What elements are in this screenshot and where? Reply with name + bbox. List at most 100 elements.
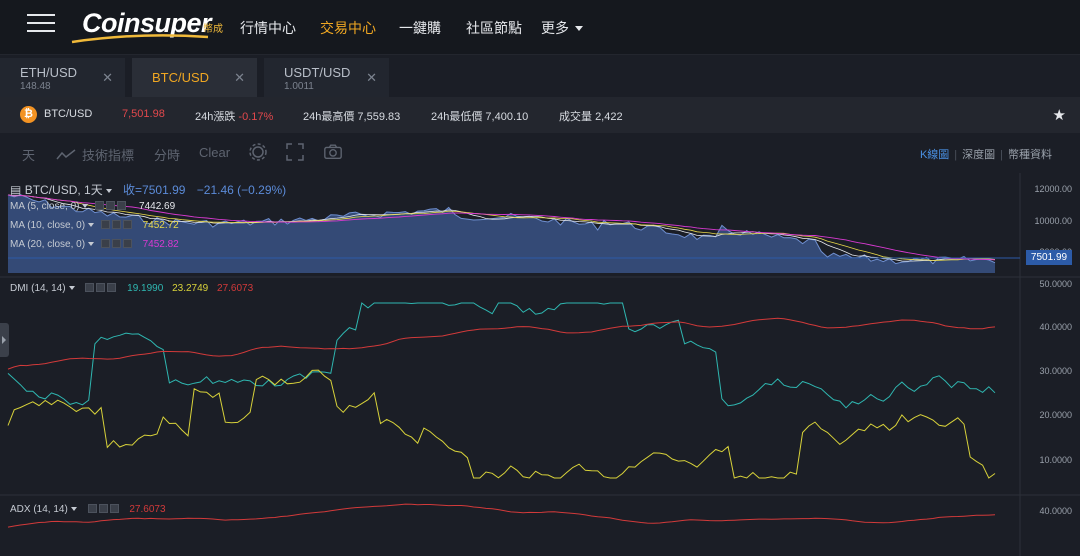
view-coin-info[interactable]: 幣種資料 [1008, 149, 1052, 161]
tab-btc-usd[interactable]: BTC/USD ✕ [132, 58, 258, 97]
timeshare-button[interactable]: 分時 [154, 145, 180, 164]
coinsuper-logo[interactable]: Coinsuper 幣成 [70, 8, 230, 44]
dmi-legend: DMI (14, 14) 19.1990 23.2749 27.6073 [10, 283, 253, 295]
nav-trading-center[interactable]: 交易中心 [320, 18, 376, 38]
legend-buttons[interactable] [100, 220, 134, 232]
change-label: 24h漲跌 [195, 111, 236, 123]
side-panel-toggle[interactable] [0, 323, 9, 357]
last-price: 7,501.98 [122, 108, 165, 120]
dmi-axis-tick: 50.0000 [1039, 279, 1072, 289]
dmi-axis-tick: 30.0000 [1039, 366, 1072, 376]
bitcoin-icon: ₿ [20, 106, 37, 123]
pair-tabs: ETH/USD 148.48 ✕ BTC/USD ✕ USDT/USD 1.00… [0, 55, 1080, 97]
dmi-pane [7, 302, 996, 479]
tab-name: USDT/USD [284, 65, 351, 80]
price-axis-tick: 12000.00 [1034, 184, 1072, 194]
nav-market-center[interactable]: 行情中心 [240, 18, 296, 38]
tab-price: 148.48 [20, 81, 51, 92]
close-icon[interactable]: ✕ [102, 70, 113, 86]
chevron-down-icon [575, 26, 583, 31]
dmi-adx-value: 27.6073 [217, 283, 254, 294]
tab-name: ETH/USD [20, 65, 78, 80]
fullscreen-icon[interactable] [285, 142, 305, 162]
tab-usdt-usd[interactable]: USDT/USD 1.0011 ✕ [264, 58, 390, 97]
tab-price: 1.0011 [284, 81, 314, 92]
dmi-adx-series [7, 317, 996, 370]
chevron-down-icon[interactable] [105, 189, 112, 193]
chevron-down-icon[interactable] [82, 204, 89, 208]
high-value: 7,559.83 [357, 111, 401, 123]
minus-di-series [7, 369, 996, 479]
settings-gear-icon[interactable] [248, 142, 268, 162]
hamburger-menu-icon[interactable] [27, 14, 57, 34]
change-24h: 24h漲跌 -0.17% [195, 108, 273, 124]
adx-axis-tick: 40.0000 [1039, 506, 1072, 516]
chevron-down-icon[interactable] [70, 507, 77, 511]
chart-toolbar: 天 技術指標 分時 Clear K線圖 | 深度圖 | 幣種資料 [0, 133, 1080, 173]
favorite-star-icon[interactable]: ★ [1053, 106, 1066, 124]
tab-name: BTC/USD [152, 70, 210, 85]
legend-buttons[interactable] [87, 504, 121, 516]
view-kline[interactable]: K線圖 [920, 149, 949, 161]
ma5-label[interactable]: MA (5, close, 0) [10, 201, 79, 212]
volume-24h: 成交量 2,422 [559, 108, 623, 124]
pair-label: BTC/USD [44, 108, 93, 120]
top-navbar: Coinsuper 幣成 行情中心 交易中心 一鍵購 社區節點 更多 [0, 0, 1080, 55]
ma10-label[interactable]: MA (10, close, 0) [10, 220, 85, 231]
technical-indicators-button[interactable]: 技術指標 [82, 145, 134, 164]
nav-more-label: 更多 [541, 20, 569, 36]
nav-community-nodes[interactable]: 社區節點 [466, 18, 522, 38]
adx-value: 27.6073 [129, 504, 166, 515]
tab-eth-usd[interactable]: ETH/USD 148.48 ✕ [0, 58, 126, 97]
camera-screenshot-icon[interactable] [323, 142, 343, 162]
ticker-info-bar: ₿ BTC/USD 7,501.98 24h漲跌 -0.17% 24h最高價 7… [0, 97, 1080, 133]
clear-button[interactable]: Clear [199, 145, 230, 160]
ma20-legend: MA (20, close, 0) 7452.82 [10, 239, 179, 251]
dmi-label[interactable]: DMI (14, 14) [10, 283, 66, 294]
interval-selector[interactable]: 天 [22, 145, 35, 164]
low-label: 24h最低價 [431, 111, 483, 123]
dmi-axis-tick: 40.0000 [1039, 322, 1072, 332]
high-24h: 24h最高價 7,559.83 [303, 108, 400, 124]
current-price-tag: 7501.99 [1026, 250, 1072, 265]
ma20-label[interactable]: MA (20, close, 0) [10, 239, 85, 250]
nav-more[interactable]: 更多 [541, 18, 583, 38]
logo-swoosh-icon [71, 34, 209, 44]
logo-sub: 幣成 [203, 24, 223, 35]
adx-legend: ADX (14, 14) 27.6073 [10, 504, 166, 516]
ma10-legend: MA (10, close, 0) 7452.72 [10, 220, 179, 232]
change-label: −21.46 (−0.29%) [196, 183, 287, 197]
ma20-value: 7452.82 [142, 239, 179, 250]
low-24h: 24h最低價 7,400.10 [431, 108, 528, 124]
volume-value: 2,422 [595, 111, 623, 123]
dmi-axis-tick: 10.0000 [1039, 455, 1072, 465]
chevron-down-icon[interactable] [68, 286, 75, 290]
chevron-down-icon[interactable] [88, 242, 95, 246]
chart-view-switch: K線圖 | 深度圖 | 幣種資料 [920, 146, 1052, 162]
nav-one-click-buy[interactable]: 一鍵購 [399, 18, 441, 38]
volume-label: 成交量 [559, 111, 592, 123]
plus-di-series [7, 302, 996, 409]
close-label: 收=7501.99 [123, 183, 186, 197]
dmi-axis-tick: 20.0000 [1039, 410, 1072, 420]
legend-buttons[interactable] [95, 201, 128, 213]
close-icon[interactable]: ✕ [366, 70, 377, 86]
chart-area[interactable]: ▤ BTC/USD, 1天 收=7501.99 −21.46 (−0.29%) … [0, 173, 1080, 556]
change-value: -0.17% [238, 111, 274, 123]
low-value: 7,400.10 [485, 111, 529, 123]
symbol-label[interactable]: BTC/USD, 1天 [25, 183, 103, 197]
legend-buttons[interactable] [100, 239, 134, 251]
view-depth[interactable]: 深度圖 [962, 149, 995, 161]
high-label: 24h最高價 [303, 111, 355, 123]
plus-di-value: 19.1990 [127, 283, 164, 294]
minus-di-value: 23.2749 [172, 283, 209, 294]
indicator-icon[interactable] [56, 145, 76, 165]
chevron-down-icon[interactable] [88, 223, 95, 227]
legend-buttons[interactable] [85, 283, 118, 295]
adx-label[interactable]: ADX (14, 14) [10, 504, 68, 515]
divider: | [954, 149, 958, 161]
main-legend: ▤ BTC/USD, 1天 收=7501.99 −21.46 (−0.29%) [10, 181, 286, 198]
legend-icon: ▤ [10, 183, 22, 197]
divider: | [1000, 149, 1003, 161]
close-icon[interactable]: ✕ [234, 70, 245, 86]
